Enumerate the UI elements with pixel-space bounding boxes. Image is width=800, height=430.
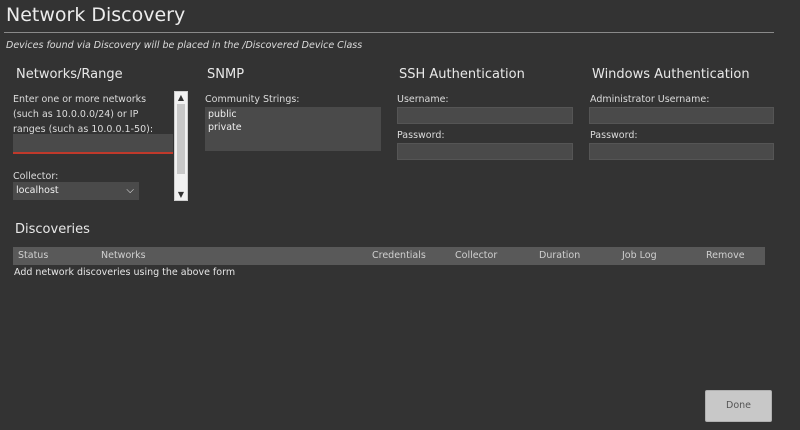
discoveries-heading: Discoveries (15, 222, 90, 237)
column-header-job-log[interactable]: Job Log (622, 247, 657, 265)
collector-value: localhost (16, 185, 59, 196)
community-strings-textarea[interactable]: public private (205, 107, 381, 151)
windows-username-input[interactable] (589, 107, 774, 124)
networks-scrollbar[interactable]: ▲ ▼ (174, 91, 188, 201)
column-header-credentials[interactable]: Credentials (372, 247, 426, 265)
column-header-collector[interactable]: Collector (455, 247, 497, 265)
title-divider (4, 32, 774, 33)
snmp-heading: SNMP (207, 67, 245, 82)
done-button[interactable]: Done (705, 390, 772, 422)
dialog-subtitle: Devices found via Discovery will be plac… (6, 40, 363, 51)
ssh-heading: SSH Authentication (399, 67, 525, 82)
column-header-duration[interactable]: Duration (539, 247, 580, 265)
scrollbar-thumb[interactable] (177, 104, 185, 174)
windows-password-input[interactable] (589, 143, 774, 160)
networks-input[interactable] (13, 134, 173, 154)
ssh-username-input[interactable] (397, 107, 573, 124)
community-string-item: public (208, 109, 237, 120)
windows-username-label: Administrator Username: (590, 94, 710, 105)
discoveries-table-header: Status Networks Credentials Collector Du… (13, 247, 765, 265)
column-header-status[interactable]: Status (18, 247, 48, 265)
ssh-username-label: Username: (397, 94, 449, 105)
collector-select[interactable]: localhost ⌵ (13, 182, 139, 200)
discoveries-empty-message: Add network discoveries using the above … (14, 267, 236, 278)
dialog-title: Network Discovery (6, 4, 186, 26)
community-string-item: private (208, 122, 242, 133)
scroll-down-arrow-icon[interactable]: ▼ (175, 190, 187, 199)
collector-label: Collector: (13, 171, 59, 182)
windows-password-label: Password: (590, 130, 638, 141)
scroll-up-arrow-icon[interactable]: ▲ (175, 93, 187, 102)
networks-description: Enter one or more networks (such as 10.0… (13, 94, 154, 135)
ssh-password-label: Password: (397, 130, 445, 141)
column-header-remove[interactable]: Remove (706, 247, 745, 265)
column-header-networks[interactable]: Networks (101, 247, 146, 265)
networks-heading: Networks/Range (16, 67, 123, 82)
chevron-down-icon: ⌵ (126, 185, 134, 196)
networks-panel: Enter one or more networks (such as 10.0… (12, 91, 189, 201)
windows-heading: Windows Authentication (592, 67, 750, 82)
community-strings-label: Community Strings: (205, 94, 300, 105)
ssh-password-input[interactable] (397, 143, 573, 160)
